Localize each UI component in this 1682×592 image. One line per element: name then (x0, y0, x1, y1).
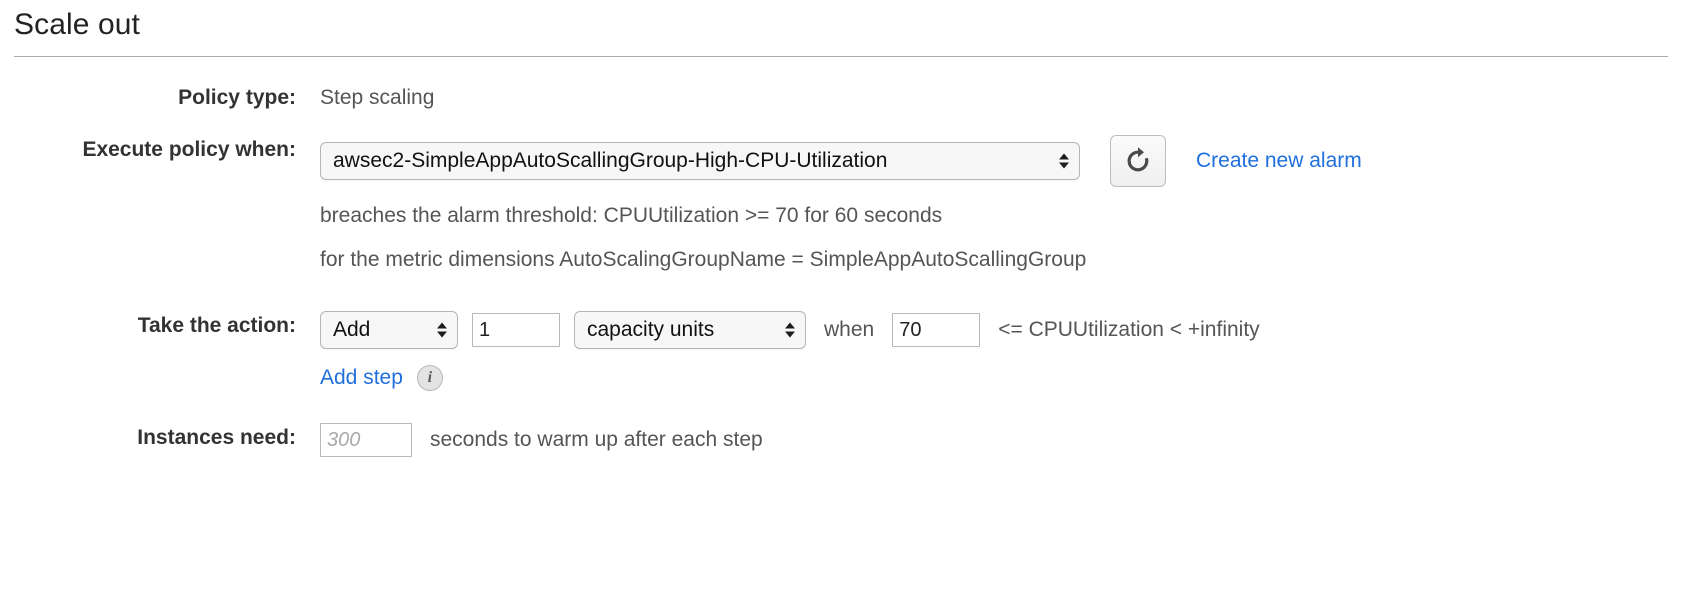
scale-out-form: Policy type: Step scaling Execute policy… (0, 57, 1682, 457)
step-bound-expression: <= CPUUtilization < +infinity (998, 318, 1260, 341)
policy-type-value: Step scaling (320, 86, 435, 109)
when-label: when (824, 318, 875, 341)
add-step-row: Add step i (0, 363, 1682, 393)
alarm-dimensions-description: for the metric dimensions AutoScalingGro… (320, 248, 1087, 271)
execute-policy-row: Execute policy when: awsec2-SimpleAppAut… (0, 135, 1682, 187)
policy-type-row: Policy type: Step scaling (0, 83, 1682, 113)
step-lower-bound-input[interactable] (892, 313, 981, 347)
chevron-updown-icon (785, 322, 795, 338)
capacity-unit-value: capacity units (587, 318, 715, 341)
execute-policy-field: awsec2-SimpleAppAutoScallingGroup-High-C… (296, 135, 1362, 187)
alarm-select-value: awsec2-SimpleAppAutoScallingGroup-High-C… (333, 149, 888, 172)
instances-need-field: seconds to warm up after each step (296, 423, 763, 457)
policy-type-field: Step scaling (296, 83, 434, 113)
take-action-row: Take the action: Add capacity units (0, 311, 1682, 349)
alarm-select[interactable]: awsec2-SimpleAppAutoScallingGroup-High-C… (320, 142, 1080, 180)
page-title: Scale out (14, 8, 140, 41)
action-type-select[interactable]: Add (320, 311, 458, 349)
warmup-suffix-label: seconds to warm up after each step (430, 428, 763, 451)
action-type-value: Add (333, 318, 371, 341)
warmup-seconds-input[interactable] (320, 423, 412, 457)
info-icon[interactable]: i (416, 365, 443, 391)
chevron-updown-icon (437, 322, 447, 338)
instances-need-row: Instances need: seconds to warm up after… (0, 423, 1682, 457)
instances-need-label: Instances need: (137, 426, 296, 449)
take-action-label: Take the action: (137, 314, 296, 337)
take-action-field: Add capacity units when <= C (296, 311, 1260, 349)
create-new-alarm-link[interactable]: Create new alarm (1196, 146, 1362, 176)
policy-type-label: Policy type: (178, 86, 296, 109)
execute-policy-label: Execute policy when: (82, 138, 296, 161)
chevron-updown-icon (1059, 153, 1069, 169)
scale-out-panel: Scale out Policy type: Step scaling Exec… (0, 0, 1682, 592)
capacity-unit-select[interactable]: capacity units (574, 311, 806, 349)
alarm-threshold-description: breaches the alarm threshold: CPUUtiliza… (320, 204, 943, 227)
refresh-icon (1123, 146, 1153, 176)
action-quantity-input[interactable] (472, 313, 560, 347)
refresh-alarms-button[interactable] (1110, 135, 1166, 187)
add-step-field: Add step i (296, 363, 443, 393)
add-step-link[interactable]: Add step (320, 363, 403, 393)
panel-header: Scale out (0, 0, 1682, 56)
